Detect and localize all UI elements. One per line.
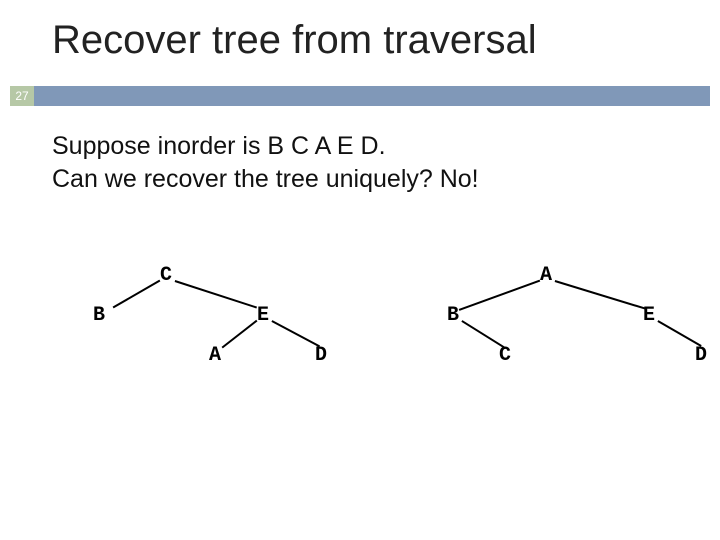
trees-container: C B E A D A B E C D: [0, 250, 720, 450]
slide-body: Suppose inorder is B C A E D. Can we rec…: [52, 130, 479, 195]
slide-title: Recover tree from traversal: [52, 18, 537, 63]
tree1-right-left: A: [209, 344, 221, 367]
tree2-edge-a-e: [555, 280, 645, 309]
tree2-root: A: [540, 264, 552, 287]
header-band: [34, 86, 710, 106]
body-line-2: Can we recover the tree uniquely? No!: [52, 163, 479, 196]
tree1-right: E: [257, 304, 269, 327]
tree1-edge-e-d: [272, 320, 320, 347]
tree2-edge-b-c: [462, 320, 505, 348]
tree1-edge-e-a: [222, 320, 258, 348]
tree1-edge-c-b: [113, 280, 161, 308]
tree1-edge-c-e: [175, 280, 257, 308]
tree2-left-right: C: [499, 344, 511, 367]
tree2-left: B: [447, 304, 459, 327]
body-line-1: Suppose inorder is B C A E D.: [52, 130, 479, 163]
tree1-left: B: [93, 304, 105, 327]
tree2-edge-e-d: [658, 320, 702, 346]
tree1-root: C: [160, 264, 172, 287]
page-number-badge: 27: [10, 86, 34, 106]
tree1-right-right: D: [315, 344, 327, 367]
tree2-edge-a-b: [459, 280, 540, 311]
tree2-right-right: D: [695, 344, 707, 367]
